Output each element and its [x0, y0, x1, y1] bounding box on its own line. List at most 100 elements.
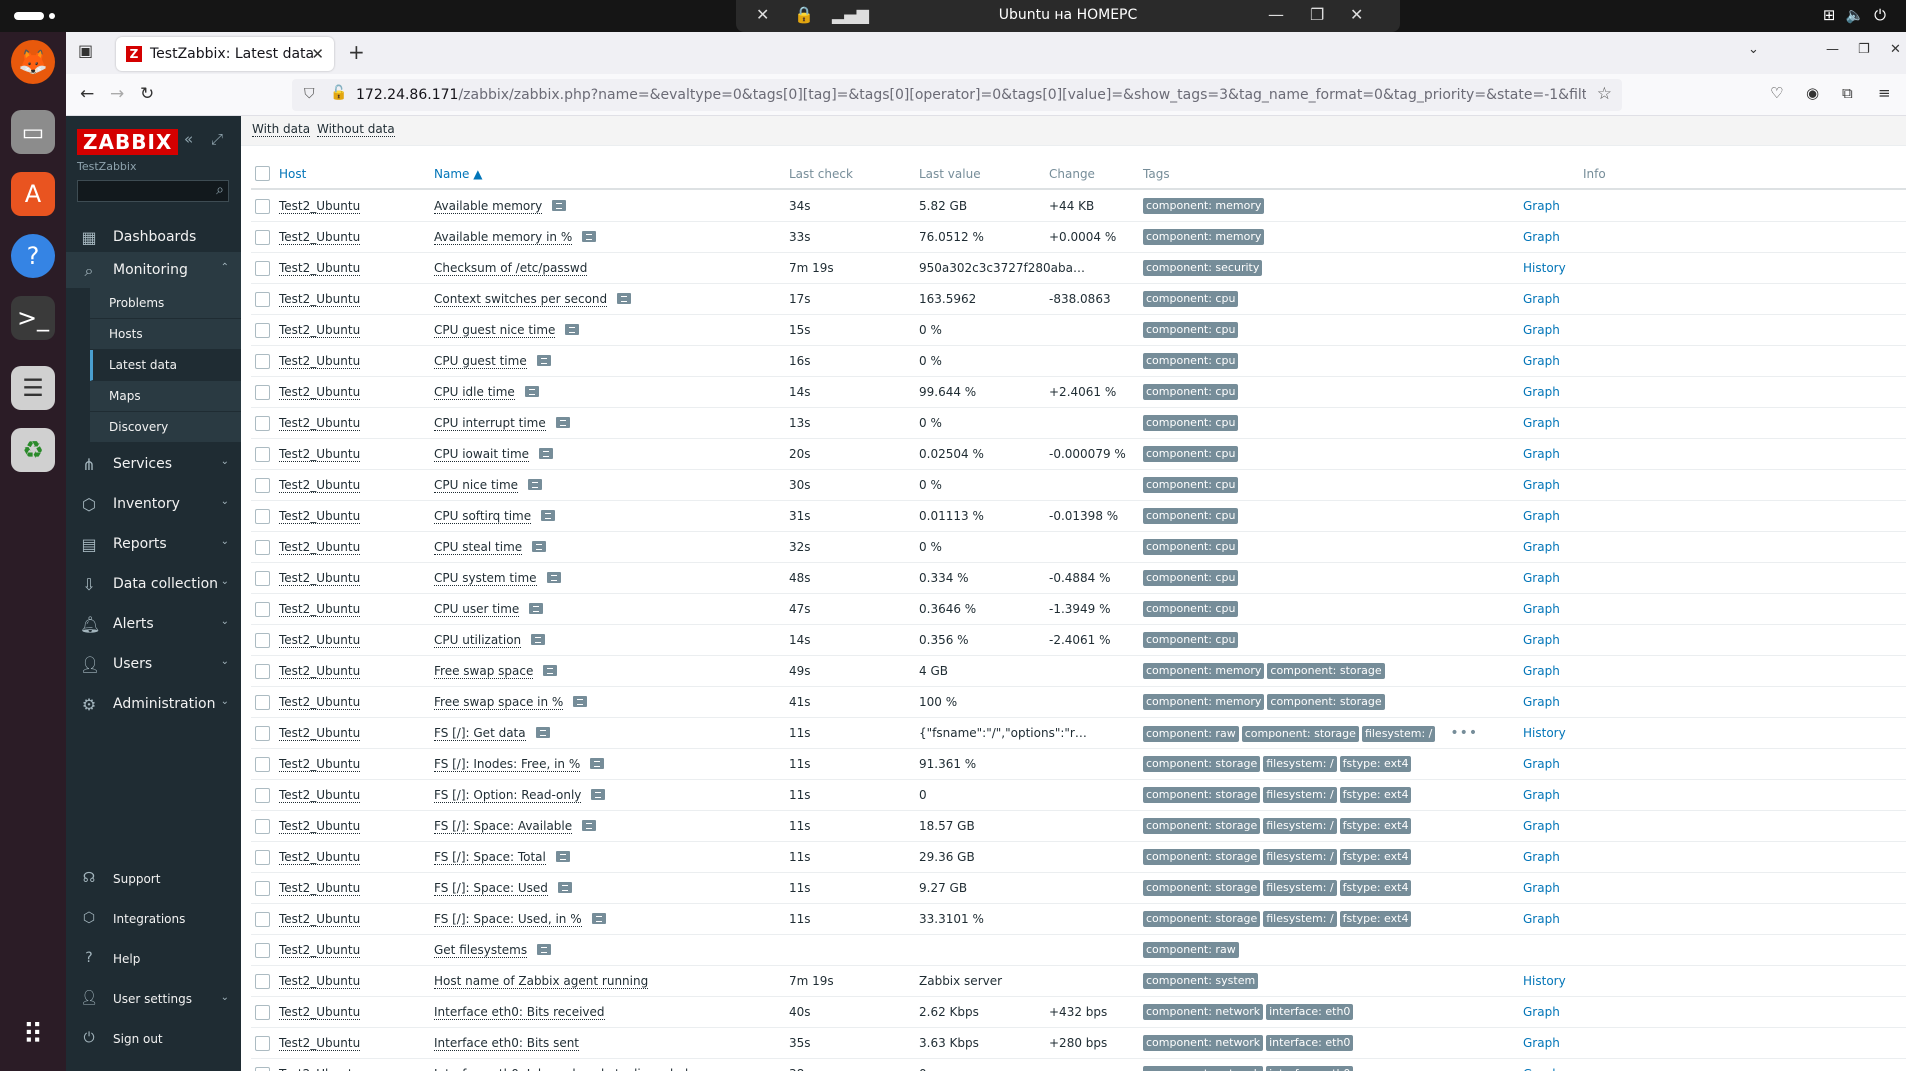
tag-badge[interactable]: component: storage	[1143, 911, 1261, 927]
menu-services[interactable]: ⋔ Services ⌄	[66, 446, 241, 482]
more-tags-icon[interactable]: •••	[1450, 725, 1478, 741]
subfilter-with-data[interactable]: With data	[252, 122, 311, 137]
info-link[interactable]: Graph	[1523, 1067, 1560, 1071]
tag-badge[interactable]: component: cpu	[1143, 508, 1239, 524]
row-checkbox[interactable]	[255, 695, 270, 710]
info-link[interactable]: Graph	[1523, 633, 1560, 647]
tag-badge[interactable]: fstype: ext4	[1339, 911, 1412, 927]
info-link[interactable]: Graph	[1523, 447, 1560, 461]
tag-badge[interactable]: component: memory	[1143, 694, 1265, 710]
description-icon[interactable]	[528, 479, 543, 490]
footer-user-settings[interactable]: 👤︎ User settings ⌄	[66, 984, 241, 1014]
window-close-icon[interactable]: ✕	[1890, 42, 1901, 57]
tag-badge[interactable]: component: storage	[1143, 756, 1261, 772]
header-name[interactable]: Name ▲	[434, 167, 482, 181]
item-name-link[interactable]: CPU nice time	[434, 478, 519, 493]
tag-badge[interactable]: component: storage	[1143, 880, 1261, 896]
submenu-latest-data[interactable]: Latest data	[90, 350, 241, 381]
row-checkbox[interactable]	[255, 1036, 270, 1051]
item-name-link[interactable]: CPU guest nice time	[434, 323, 556, 338]
item-name-link[interactable]: CPU iowait time	[434, 447, 530, 462]
item-name-link[interactable]: FS [/]: Space: Total	[434, 850, 546, 865]
description-icon[interactable]	[529, 603, 544, 614]
show-apps-icon[interactable]: ⠿	[11, 1012, 55, 1056]
new-tab-icon[interactable]: +	[348, 40, 365, 64]
row-checkbox[interactable]	[255, 1005, 270, 1020]
zabbix-logo[interactable]: ZABBIX	[77, 129, 179, 155]
trash-icon[interactable]: ♻	[11, 428, 55, 472]
host-link[interactable]: Test2_Ubuntu	[279, 695, 361, 710]
tag-badge[interactable]: component: network	[1143, 1004, 1264, 1020]
info-link[interactable]: Graph	[1523, 695, 1560, 709]
info-link[interactable]: Graph	[1523, 323, 1560, 337]
tag-badge[interactable]: component: cpu	[1143, 601, 1239, 617]
row-checkbox[interactable]	[255, 757, 270, 772]
insecure-lock-icon[interactable]: 🔓	[330, 85, 347, 101]
description-icon[interactable]	[536, 355, 551, 366]
info-link[interactable]: Graph	[1523, 199, 1560, 213]
row-checkbox[interactable]	[255, 881, 270, 896]
tag-badge[interactable]: component: storage	[1143, 787, 1261, 803]
host-link[interactable]: Test2_Ubuntu	[279, 323, 361, 338]
item-name-link[interactable]: FS [/]: Inodes: Free, in %	[434, 757, 581, 772]
host-link[interactable]: Test2_Ubuntu	[279, 912, 361, 927]
footer-integrations[interactable]: ⬡ Integrations	[66, 904, 241, 934]
info-link[interactable]: Graph	[1523, 416, 1560, 430]
item-name-link[interactable]: Available memory in %	[434, 230, 573, 245]
host-link[interactable]: Test2_Ubuntu	[279, 819, 361, 834]
tag-badge[interactable]: filesystem: /	[1263, 880, 1337, 896]
item-name-link[interactable]: CPU guest time	[434, 354, 527, 369]
tag-badge[interactable]: component: storage	[1241, 726, 1359, 742]
info-link[interactable]: Graph	[1523, 850, 1560, 864]
footer-sign-out[interactable]: ⏻ Sign out	[66, 1024, 241, 1054]
tag-badge[interactable]: component: storage	[1143, 818, 1261, 834]
list-tabs-icon[interactable]: ⌄	[1748, 42, 1759, 57]
minimize-icon[interactable]: —	[1268, 5, 1284, 24]
item-name-link[interactable]: Context switches per second	[434, 292, 608, 307]
description-icon[interactable]	[590, 758, 605, 769]
item-name-link[interactable]: FS [/]: Option: Read-only	[434, 788, 582, 803]
tag-badge[interactable]: filesystem: /	[1361, 726, 1436, 742]
row-checkbox[interactable]	[255, 571, 270, 586]
description-icon[interactable]	[539, 448, 554, 459]
url-text[interactable]: 172.24.86.171/zabbix/zabbix.php?name=&ev…	[356, 87, 1586, 103]
row-checkbox[interactable]	[255, 726, 270, 741]
item-name-link[interactable]: Host name of Zabbix agent running	[434, 974, 649, 989]
description-icon[interactable]	[555, 417, 570, 428]
tag-badge[interactable]: component: system	[1143, 973, 1259, 989]
host-link[interactable]: Test2_Ubuntu	[279, 850, 361, 865]
description-icon[interactable]	[541, 510, 556, 521]
url-bar[interactable]: ⛉ 🔓 172.24.86.171/zabbix/zabbix.php?name…	[292, 79, 1622, 111]
row-checkbox[interactable]	[255, 912, 270, 927]
tag-badge[interactable]: interface: eth0	[1266, 1035, 1354, 1051]
tag-badge[interactable]: component: storage	[1267, 694, 1385, 710]
window-minimize-icon[interactable]: —	[1826, 42, 1839, 57]
description-icon[interactable]	[546, 572, 561, 583]
host-link[interactable]: Test2_Ubuntu	[279, 354, 361, 369]
item-name-link[interactable]: Interface eth0: Inbound packets discarde…	[434, 1067, 689, 1071]
submenu-problems[interactable]: Problems	[90, 288, 241, 319]
firefox-icon[interactable]: 🦊	[11, 40, 55, 84]
row-checkbox[interactable]	[255, 478, 270, 493]
account-icon[interactable]: ◉	[1806, 84, 1819, 102]
item-name-link[interactable]: CPU steal time	[434, 540, 523, 555]
row-checkbox[interactable]	[255, 602, 270, 617]
item-name-link[interactable]: Free swap space	[434, 664, 534, 679]
tag-badge[interactable]: fstype: ext4	[1339, 787, 1412, 803]
host-link[interactable]: Test2_Ubuntu	[279, 292, 361, 307]
tag-badge[interactable]: filesystem: /	[1263, 911, 1337, 927]
info-link[interactable]: Graph	[1523, 509, 1560, 523]
reload-icon[interactable]: ↻	[140, 84, 154, 104]
info-link[interactable]: Graph	[1523, 757, 1560, 771]
info-link[interactable]: History	[1523, 974, 1566, 988]
host-link[interactable]: Test2_Ubuntu	[279, 943, 361, 958]
tag-badge[interactable]: fstype: ext4	[1339, 849, 1412, 865]
tag-badge[interactable]: component: security	[1143, 260, 1263, 276]
tag-badge[interactable]: component: cpu	[1143, 570, 1239, 586]
tag-badge[interactable]: component: network	[1143, 1066, 1264, 1071]
item-name-link[interactable]: Interface eth0: Bits sent	[434, 1036, 580, 1051]
subfilter-without-data[interactable]: Without data	[317, 122, 395, 137]
row-checkbox[interactable]	[255, 261, 270, 276]
description-icon[interactable]	[524, 386, 539, 397]
description-icon[interactable]	[543, 665, 558, 676]
